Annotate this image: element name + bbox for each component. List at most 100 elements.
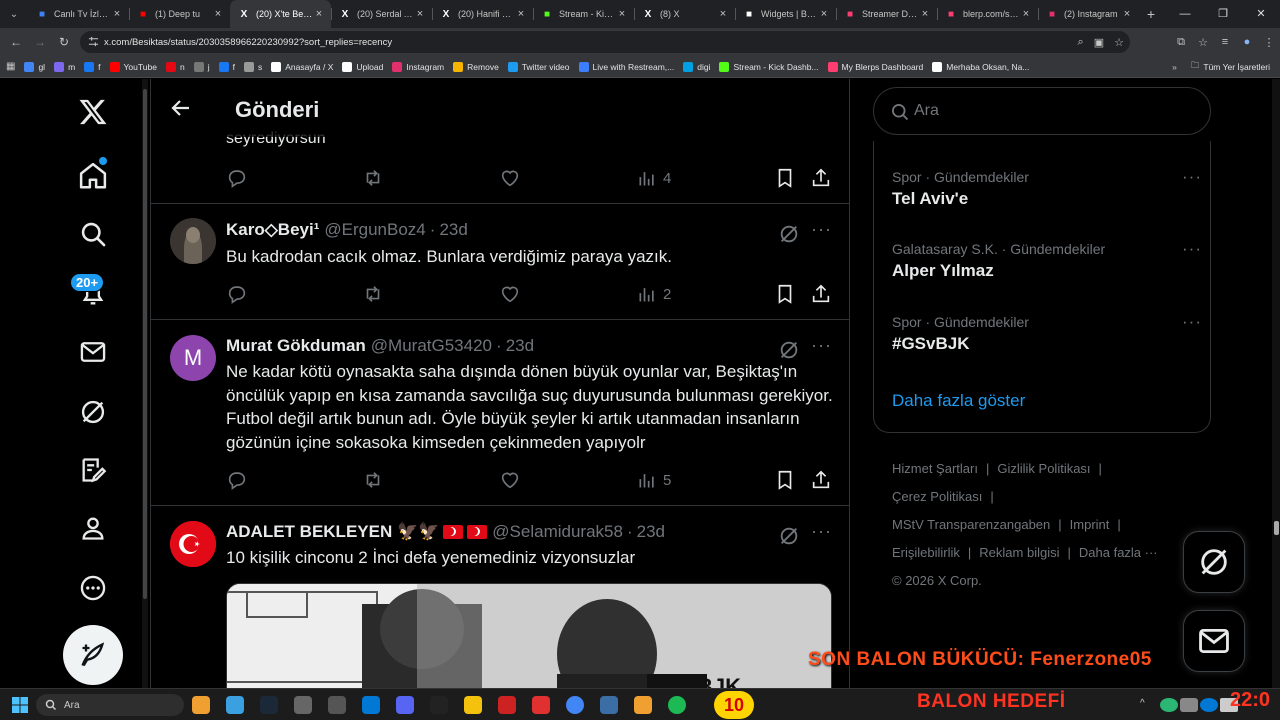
app-icon[interactable]	[532, 696, 550, 714]
browser-tab[interactable]: ■ Canlı Tv İzle - D×	[28, 0, 129, 28]
discord-icon[interactable]	[396, 696, 414, 714]
folder-icon[interactable]	[464, 696, 482, 714]
grok-icon[interactable]	[778, 339, 800, 361]
bookmark-item[interactable]: Upload	[342, 61, 383, 72]
timestamp[interactable]: 23d	[637, 522, 665, 542]
apps-grid-icon[interactable]: ▦	[6, 61, 15, 72]
trend-item[interactable]: Spor · Gündemdekiler #GSvBJK ···	[892, 312, 1202, 354]
bookmark-item[interactable]: YouTube	[109, 61, 157, 72]
reply-tweet[interactable]: M Murat Gökduman @MuratG53420 · 23d ··· …	[151, 319, 849, 505]
views-button[interactable]: 5	[637, 470, 671, 490]
media-icon[interactable]: ≡	[1214, 36, 1236, 48]
terms-link[interactable]: Hizmet Şartları	[892, 461, 978, 476]
display-name[interactable]: Murat Gökduman	[226, 336, 366, 356]
browser-tab[interactable]: ■ (2) Instagram ×	[1038, 0, 1139, 28]
widgets-icon[interactable]	[226, 696, 244, 714]
bookmark-item[interactable]: f	[84, 61, 101, 72]
grok-icon[interactable]	[778, 223, 800, 245]
profile-avatar[interactable]: ●	[1236, 36, 1258, 48]
browser-tab[interactable]: X (20) Serdal Ada ×	[331, 0, 432, 28]
reply-button[interactable]	[226, 167, 254, 189]
handle[interactable]: @ErgunBoz4	[324, 220, 425, 240]
mstv-link[interactable]: MStV Transparenzangaben	[892, 517, 1050, 532]
bookmark-item[interactable]: My Blerps Dashboard	[827, 61, 923, 72]
share-button[interactable]	[810, 167, 838, 189]
more-options-icon[interactable]: ···	[1182, 312, 1202, 332]
lists-icon[interactable]	[74, 451, 112, 489]
views-button[interactable]: 2	[637, 284, 671, 304]
openai-icon[interactable]	[328, 696, 346, 714]
avatar[interactable]: M	[170, 335, 216, 381]
extensions-icon[interactable]: ⧉	[1170, 36, 1192, 49]
bookmark-item[interactable]: Live with Restream,...	[578, 61, 674, 72]
grok-icon[interactable]	[74, 393, 112, 431]
spotify-icon[interactable]	[668, 696, 686, 714]
tray-app-icon[interactable]	[1160, 698, 1178, 712]
messages-floating-button[interactable]	[1183, 610, 1245, 672]
new-tab-button[interactable]: +	[1139, 6, 1163, 22]
x-logo-icon[interactable]	[74, 93, 112, 131]
more-link[interactable]: Daha fazla ···	[1079, 545, 1158, 560]
maximize-button[interactable]: ❐	[1204, 0, 1242, 28]
bookmark-item[interactable]: j	[193, 61, 210, 72]
browser-tab[interactable]: X (20) Hanifi Tara ×	[432, 0, 533, 28]
menu-kebab-icon[interactable]: ⋮	[1258, 36, 1280, 49]
close-tab-icon[interactable]: ×	[212, 8, 224, 20]
like-button[interactable]	[499, 469, 527, 491]
ads-info-link[interactable]: Reklam bilgisi	[979, 545, 1059, 560]
overflow-chevron-icon[interactable]: »	[1172, 62, 1177, 72]
bookmark-item[interactable]: Remove	[453, 61, 499, 72]
profile-icon[interactable]	[74, 509, 112, 547]
zoom-icon[interactable]: ⌕	[1078, 36, 1084, 49]
close-tab-icon[interactable]: ×	[515, 8, 527, 20]
display-name[interactable]: Karo◇Beyi¹	[226, 220, 319, 240]
repost-button[interactable]	[362, 469, 390, 491]
bookmark-button[interactable]	[774, 283, 802, 305]
bookmark-button[interactable]	[774, 469, 802, 491]
close-tab-icon[interactable]: ×	[717, 8, 729, 20]
forward-nav-button[interactable]: →	[28, 35, 52, 49]
steam-icon[interactable]	[260, 696, 278, 714]
settings-icon[interactable]	[600, 696, 618, 714]
bookmark-star-icon[interactable]: ☆	[1114, 36, 1124, 49]
avatar[interactable]	[170, 218, 216, 264]
trend-item[interactable]: Spor · Gündemdekiler Tel Aviv'e ···	[892, 167, 1202, 209]
chrome-icon[interactable]	[566, 696, 584, 714]
bookmark-item[interactable]: m	[54, 61, 75, 72]
display-name[interactable]: ADALET BEKLEYEN 🦅🦅	[226, 522, 439, 542]
more-options-icon[interactable]: ···	[811, 335, 832, 356]
close-tab-icon[interactable]: ×	[919, 8, 931, 20]
more-options-icon[interactable]: ···	[1182, 167, 1202, 187]
more-options-icon[interactable]: ···	[1182, 239, 1202, 259]
more-circle-icon[interactable]	[74, 569, 112, 607]
close-tab-icon[interactable]: ×	[1020, 8, 1032, 20]
url-omnibox[interactable]: x.com/Besiktas/status/203035896622023099…	[80, 31, 1130, 53]
close-tab-icon[interactable]: ×	[414, 8, 426, 20]
close-tab-icon[interactable]: ×	[313, 8, 325, 20]
close-window-button[interactable]: ✕	[1242, 0, 1280, 28]
trend-item[interactable]: Galatasaray S.K. · Gündemdekiler Alper Y…	[892, 239, 1202, 281]
avatar[interactable]	[170, 521, 216, 567]
grok-floating-button[interactable]	[1183, 531, 1245, 593]
4k-icon[interactable]	[294, 696, 312, 714]
bookmark-item[interactable]: digi	[683, 61, 710, 72]
browser-tab[interactable]: ■ Stream - Kick D ×	[533, 0, 634, 28]
share-button[interactable]	[810, 283, 838, 305]
windows-start-icon[interactable]	[12, 697, 28, 713]
handle[interactable]: @MuratG53420	[371, 336, 492, 356]
show-more-link[interactable]: Daha fazla göster	[892, 391, 1025, 411]
app-icon[interactable]	[634, 696, 652, 714]
all-bookmarks[interactable]: » 🗀 Tüm Yer İşaretleri	[1172, 60, 1270, 74]
browser-tab[interactable]: X (20) X'te Beşikt ×	[230, 0, 331, 28]
minimize-button[interactable]: —	[1166, 0, 1204, 28]
bookmark-item[interactable]: f	[218, 61, 235, 72]
bookmark-star-icon[interactable]: ☆	[1192, 36, 1214, 49]
like-button[interactable]	[499, 167, 527, 189]
edge-icon[interactable]	[362, 696, 380, 714]
browser-tab[interactable]: ■ Widgets | BotR ×	[735, 0, 836, 28]
bookmark-item[interactable]: s	[243, 61, 262, 72]
browser-tab[interactable]: X (8) X ×	[634, 0, 735, 28]
browser-tab[interactable]: ■ blerp.com/setti ×	[937, 0, 1038, 28]
browser-tab[interactable]: ■ Streamer Dash ×	[836, 0, 937, 28]
timestamp[interactable]: 23d	[439, 220, 467, 240]
